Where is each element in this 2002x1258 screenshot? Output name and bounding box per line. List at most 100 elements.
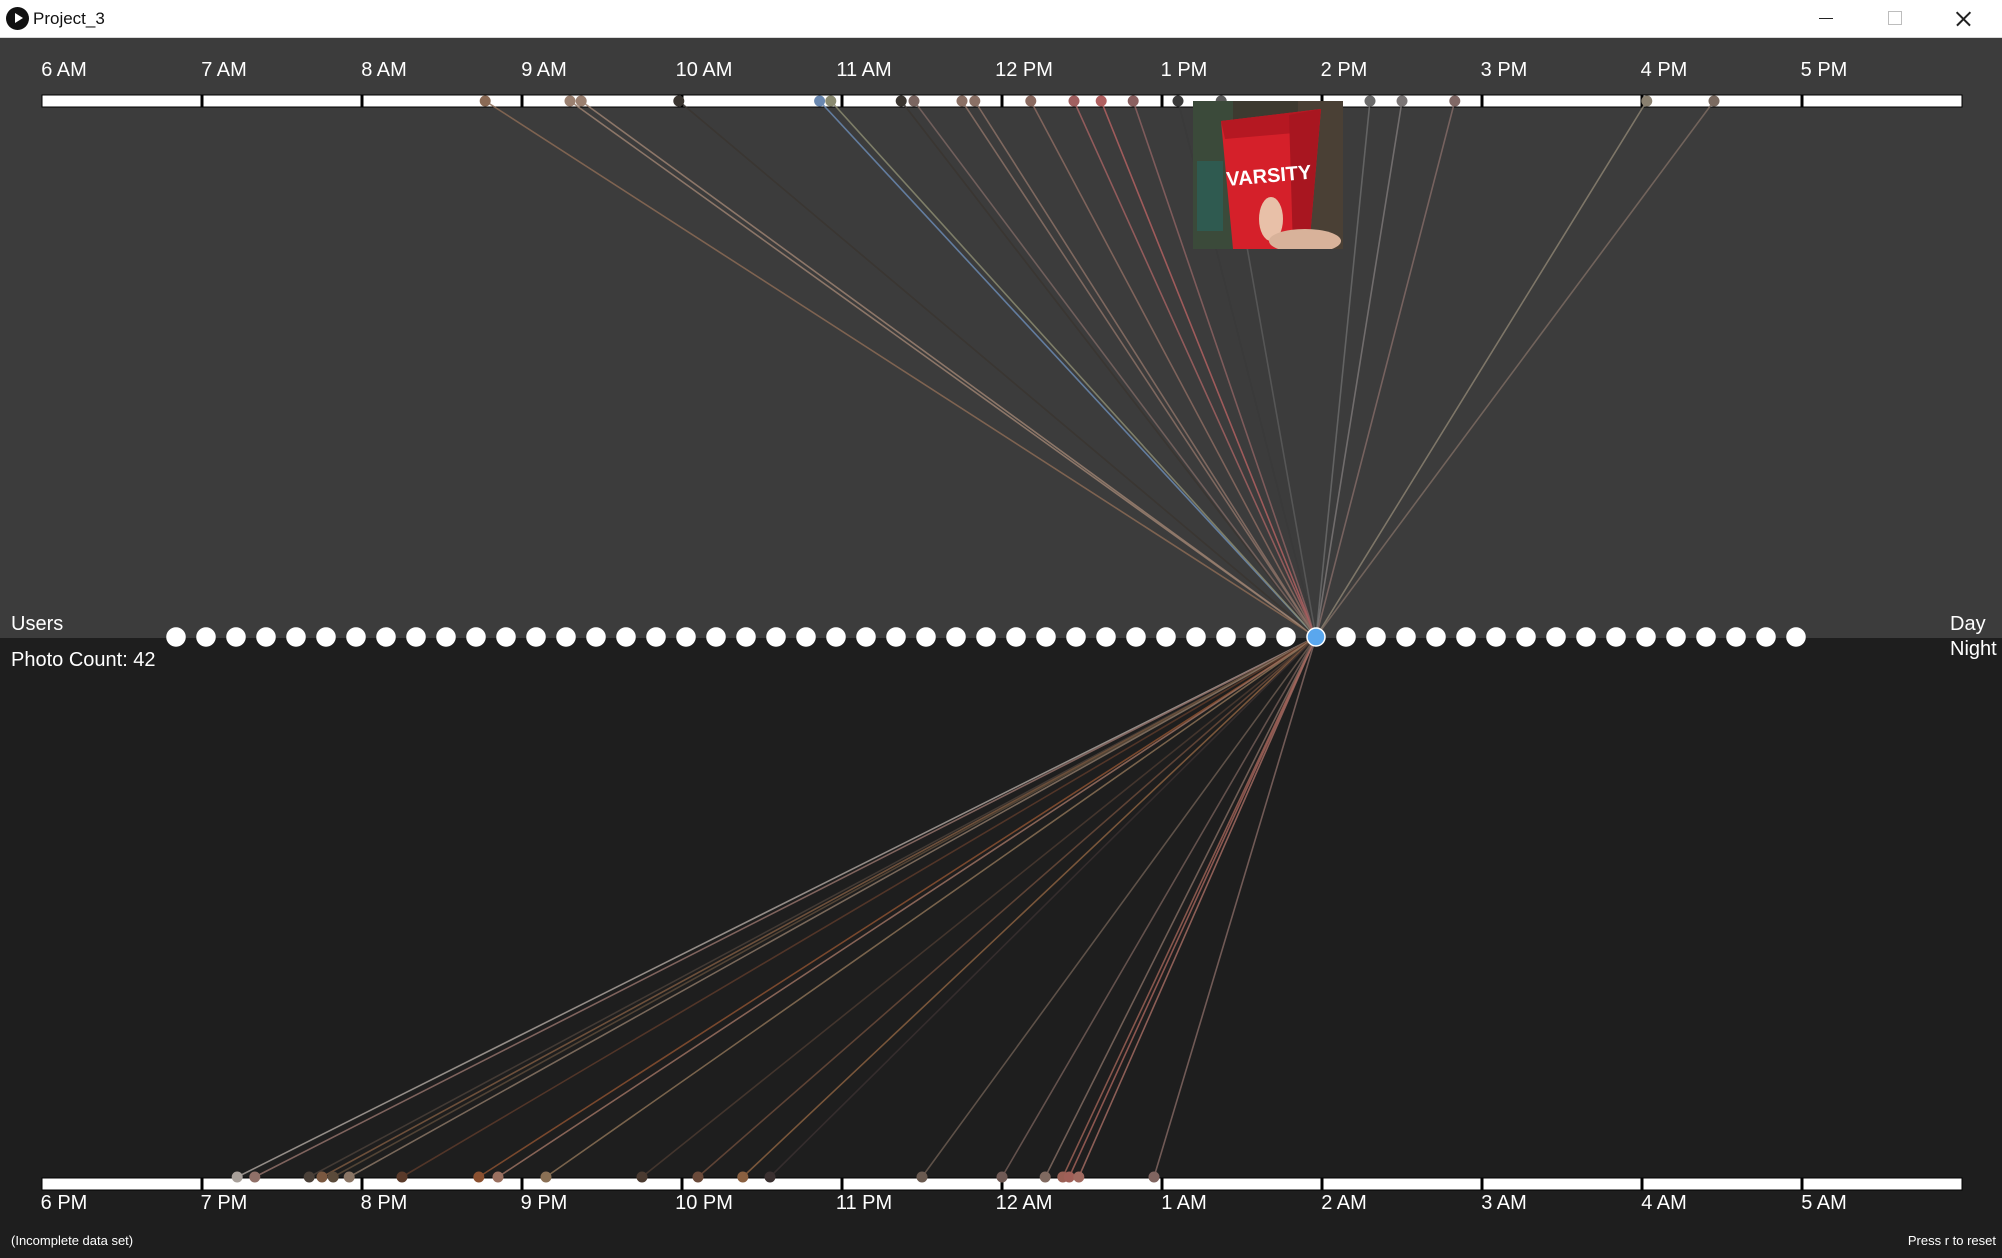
user-dot[interactable] bbox=[466, 627, 486, 647]
night-tick-label: 11 PM bbox=[835, 1192, 893, 1214]
user-dot[interactable] bbox=[496, 627, 516, 647]
day-tick-label: 5 PM bbox=[1800, 59, 1848, 81]
day-photo-marker bbox=[479, 95, 491, 107]
user-dot[interactable] bbox=[1216, 627, 1236, 647]
day-photo-marker bbox=[673, 95, 685, 107]
user-dot[interactable] bbox=[1006, 627, 1026, 647]
day-photo-marker bbox=[1025, 95, 1037, 107]
user-dot[interactable] bbox=[1756, 627, 1776, 647]
night-photo-marker bbox=[692, 1171, 704, 1183]
user-dot[interactable] bbox=[1576, 627, 1596, 647]
user-dot[interactable] bbox=[586, 627, 606, 647]
night-tick-label: 1 AM bbox=[1161, 1192, 1207, 1214]
night-photo-marker bbox=[249, 1171, 261, 1183]
user-dot[interactable] bbox=[1036, 627, 1056, 647]
user-dot[interactable] bbox=[736, 627, 756, 647]
user-dot[interactable] bbox=[1186, 627, 1206, 647]
user-dot[interactable] bbox=[1396, 627, 1416, 647]
user-dot[interactable] bbox=[286, 627, 306, 647]
user-dot[interactable] bbox=[856, 627, 876, 647]
user-dot[interactable] bbox=[1126, 627, 1146, 647]
night-photo-marker bbox=[303, 1171, 315, 1183]
night-tick-label: 7 PM bbox=[200, 1192, 248, 1214]
night-photo-marker bbox=[396, 1171, 408, 1183]
user-dot[interactable] bbox=[1276, 627, 1296, 647]
user-row bbox=[166, 627, 1806, 647]
day-photo-marker bbox=[895, 95, 907, 107]
night-photo-marker bbox=[473, 1171, 485, 1183]
user-dot[interactable] bbox=[256, 627, 276, 647]
night-tick-label: 10 PM bbox=[675, 1192, 733, 1214]
user-dot[interactable] bbox=[316, 627, 336, 647]
day-tick-label: 9 AM bbox=[521, 59, 567, 81]
selected-user-dot[interactable] bbox=[1306, 627, 1326, 647]
day-photo-marker bbox=[575, 95, 587, 107]
user-dot[interactable] bbox=[1456, 627, 1476, 647]
user-dot[interactable] bbox=[1246, 627, 1266, 647]
user-dot[interactable] bbox=[166, 627, 186, 647]
user-dot[interactable] bbox=[1546, 627, 1566, 647]
user-dot[interactable] bbox=[796, 627, 816, 647]
user-dot[interactable] bbox=[1426, 627, 1446, 647]
user-dot[interactable] bbox=[1696, 627, 1716, 647]
user-dot[interactable] bbox=[676, 627, 696, 647]
day-photo-marker bbox=[564, 95, 576, 107]
user-dot[interactable] bbox=[1066, 627, 1086, 647]
user-dot[interactable] bbox=[616, 627, 636, 647]
user-dot[interactable] bbox=[376, 627, 396, 647]
day-tick-label: 10 AM bbox=[675, 59, 733, 81]
night-tick-label: 6 PM bbox=[40, 1192, 88, 1214]
day-photo-marker bbox=[1641, 95, 1653, 107]
user-dot[interactable] bbox=[1486, 627, 1506, 647]
user-dot[interactable] bbox=[406, 627, 426, 647]
user-dot[interactable] bbox=[1726, 627, 1746, 647]
user-dot[interactable] bbox=[706, 627, 726, 647]
close-button[interactable] bbox=[1928, 0, 1996, 37]
sketch-canvas[interactable]: VARSITY 6 AM 7 AM 8 AM 9 AM 10 AM 11 AM 12 PM 1… bbox=[0, 38, 2002, 1258]
user-dot[interactable] bbox=[226, 627, 246, 647]
user-dot[interactable] bbox=[946, 627, 966, 647]
user-dot[interactable] bbox=[1096, 627, 1116, 647]
day-tick-label: 7 AM bbox=[201, 59, 247, 81]
night-photo-marker bbox=[1073, 1171, 1085, 1183]
user-dot[interactable] bbox=[346, 627, 366, 647]
timeline-visualization bbox=[0, 38, 2002, 1258]
user-dot[interactable] bbox=[646, 627, 666, 647]
user-dot[interactable] bbox=[1636, 627, 1656, 647]
user-dot[interactable] bbox=[886, 627, 906, 647]
day-tick-label: 1 PM bbox=[1160, 59, 1208, 81]
day-photo-marker bbox=[1708, 95, 1720, 107]
user-dot[interactable] bbox=[766, 627, 786, 647]
day-tick-label: 8 AM bbox=[361, 59, 407, 81]
user-dot[interactable] bbox=[916, 627, 936, 647]
day-tick-label: 3 PM bbox=[1480, 59, 1528, 81]
user-dot[interactable] bbox=[1516, 627, 1536, 647]
night-photo-marker bbox=[1039, 1171, 1051, 1183]
night-tick-label: 4 AM bbox=[1641, 1192, 1687, 1214]
user-dot[interactable] bbox=[196, 627, 216, 647]
user-dot[interactable] bbox=[436, 627, 456, 647]
maximize-button[interactable] bbox=[1860, 0, 1928, 37]
users-label: Users bbox=[11, 613, 64, 635]
day-tick-label: 4 PM bbox=[1640, 59, 1688, 81]
user-dot[interactable] bbox=[526, 627, 546, 647]
window-title: Project_3 bbox=[33, 9, 105, 28]
day-label: Day bbox=[1950, 613, 1986, 635]
user-dot[interactable] bbox=[1786, 627, 1806, 647]
user-dot[interactable] bbox=[1606, 627, 1626, 647]
day-photo-marker bbox=[1127, 95, 1139, 107]
day-photo-marker bbox=[814, 95, 826, 107]
user-dot[interactable] bbox=[1366, 627, 1386, 647]
night-photo-marker bbox=[916, 1171, 928, 1183]
user-dot[interactable] bbox=[556, 627, 576, 647]
user-dot[interactable] bbox=[1336, 627, 1356, 647]
day-photo-marker bbox=[1449, 95, 1461, 107]
reset-hint: Press r to reset bbox=[1907, 1233, 1996, 1248]
minimize-button[interactable] bbox=[1792, 0, 1860, 37]
user-dot[interactable] bbox=[1666, 627, 1686, 647]
day-photo-marker bbox=[969, 95, 981, 107]
user-dot[interactable] bbox=[826, 627, 846, 647]
user-dot[interactable] bbox=[1156, 627, 1176, 647]
night-tick-label: 9 PM bbox=[520, 1192, 568, 1214]
user-dot[interactable] bbox=[976, 627, 996, 647]
